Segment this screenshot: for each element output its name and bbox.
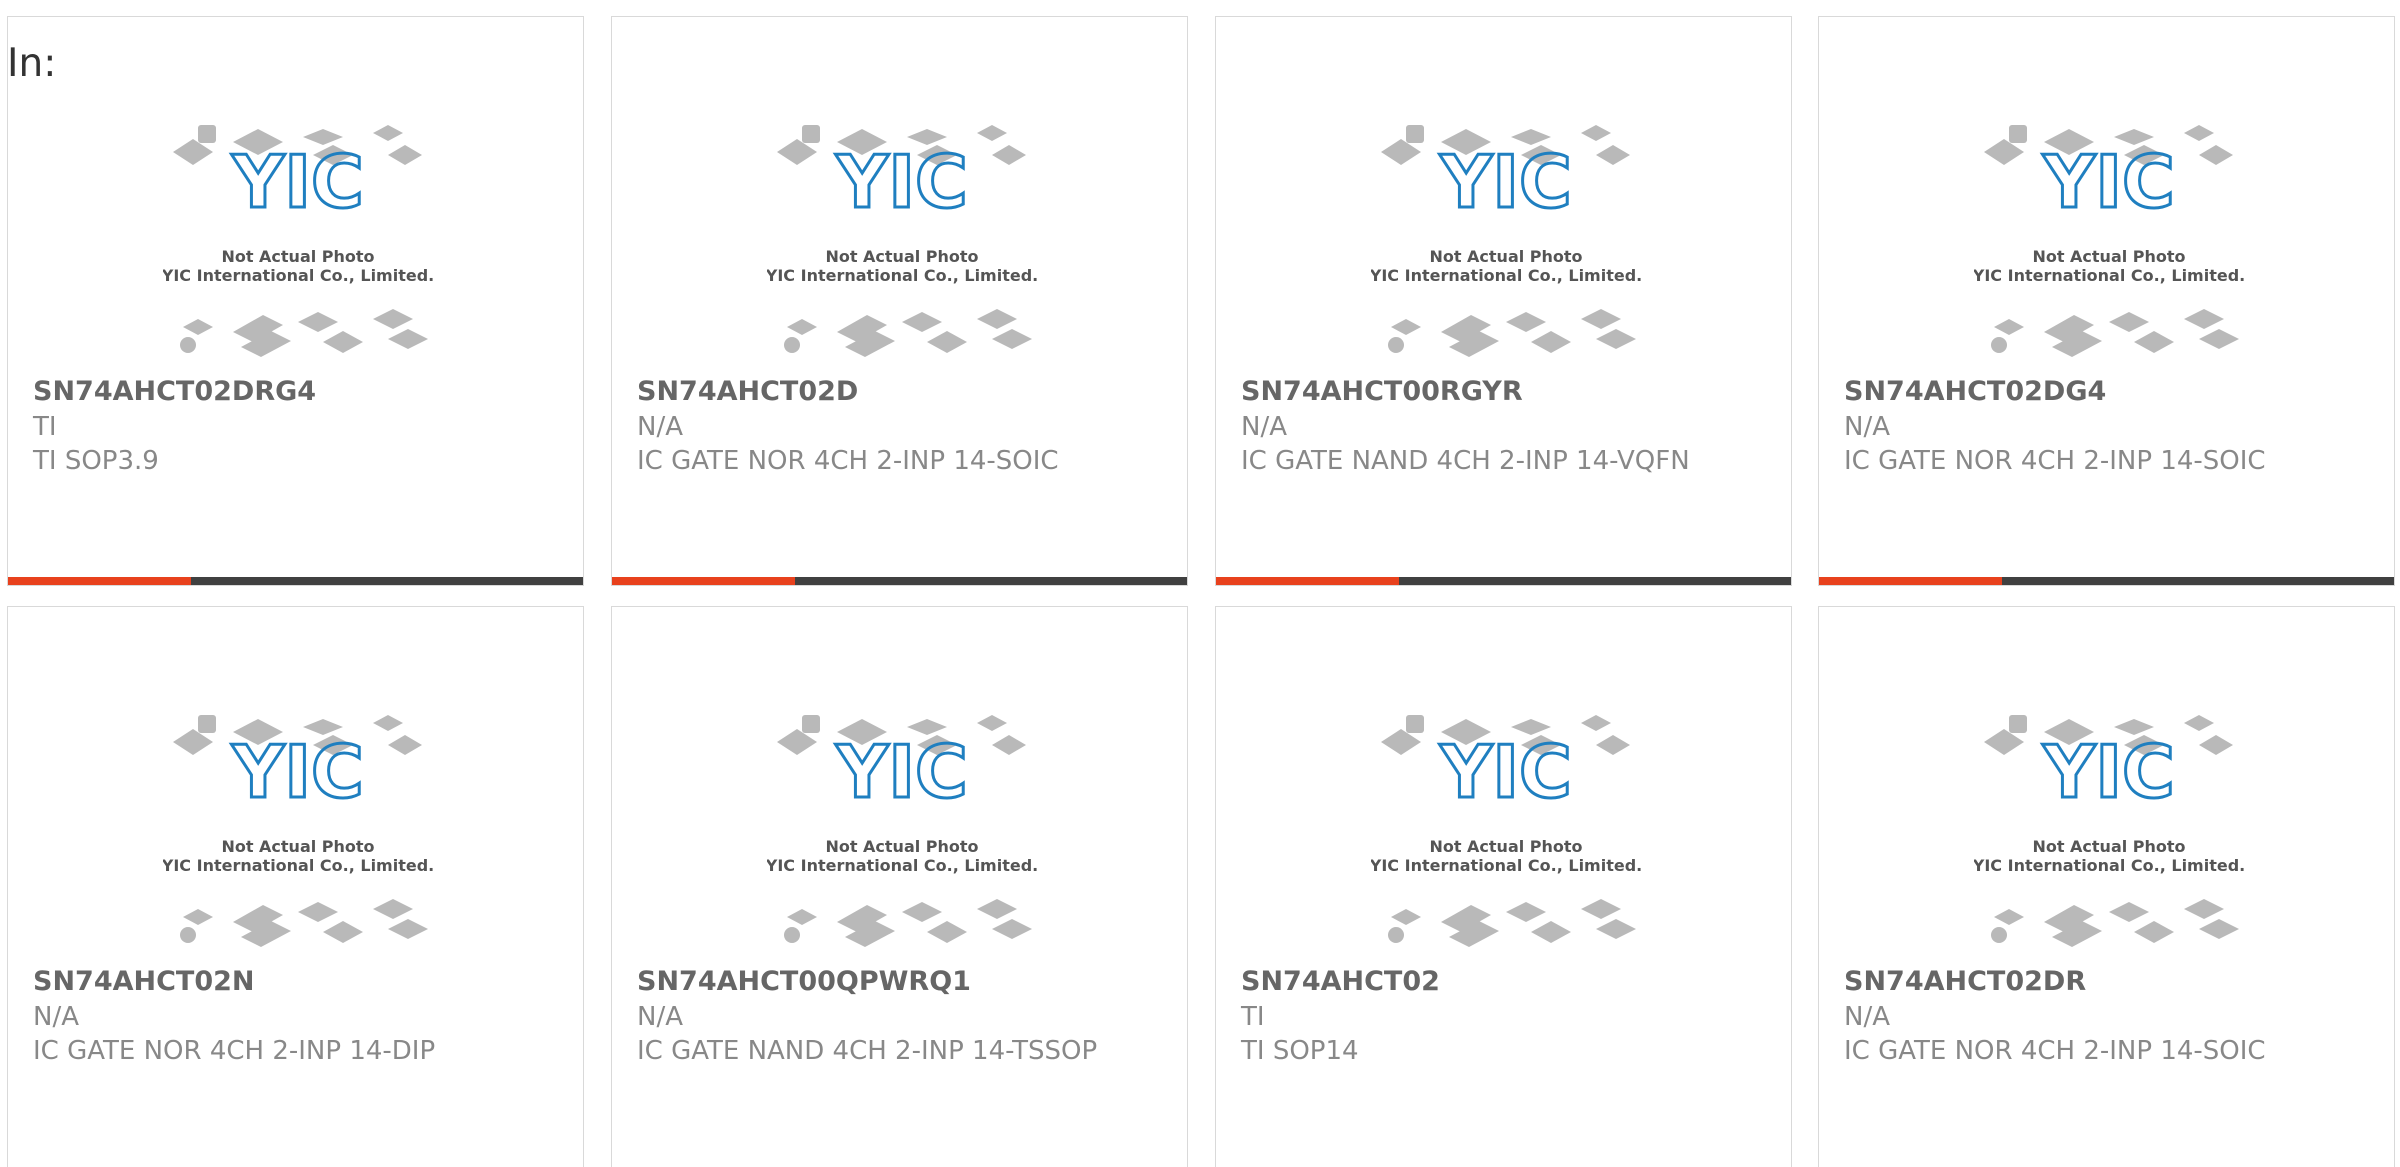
product-image[interactable]: YIC Not Actual Photo YIC International C… (1371, 697, 1641, 952)
in-label: In: (7, 41, 57, 86)
card-accent (612, 577, 795, 585)
product-card[interactable]: YIC Not Actual Photo YIC International C… (7, 16, 584, 586)
caption-line2: YIC International Co., Limited. (1371, 856, 1641, 875)
product-part-number[interactable]: SN74AHCT02 (1241, 964, 1781, 1000)
not-actual-photo-placeholder: YIC Not Actual Photo YIC International C… (767, 715, 1037, 947)
product-manufacturer: TI (33, 412, 57, 442)
product-part-number[interactable]: SN74AHCT00RGYR (1241, 374, 1781, 410)
caption-line2: YIC International Co., Limited. (163, 266, 433, 285)
not-actual-photo-placeholder: YIC Not Actual Photo YIC International C… (1371, 715, 1641, 947)
card-accent (8, 577, 191, 585)
product-manufacturer: TI (1241, 1002, 1265, 1032)
product-manufacturer: N/A (33, 1002, 79, 1032)
product-card[interactable]: YIC Not Actual Photo YIC International C… (1215, 606, 1792, 1167)
product-card[interactable]: YIC Not Actual Photo YIC International C… (611, 606, 1188, 1167)
yic-logo: YIC (2042, 730, 2175, 814)
not-actual-photo-placeholder: YIC Not Actual Photo YIC International C… (1371, 125, 1641, 357)
product-part-number[interactable]: SN74AHCT02D (637, 374, 1177, 410)
caption-line1: Not Actual Photo (221, 247, 374, 266)
caption-line2: YIC International Co., Limited. (1371, 266, 1641, 285)
product-description: IC GATE NAND 4CH 2-INP 14-TSSOP (637, 1036, 1098, 1066)
product-description: IC GATE NOR 4CH 2-INP 14-DIP (33, 1036, 436, 1066)
caption-line2: YIC International Co., Limited. (767, 266, 1037, 285)
product-description: IC GATE NOR 4CH 2-INP 14-SOIC (1844, 446, 2266, 476)
not-actual-photo-placeholder: YIC Not Actual Photo YIC International C… (163, 715, 433, 947)
product-card[interactable]: YIC Not Actual Photo YIC International C… (1818, 16, 2395, 586)
product-image[interactable]: YIC Not Actual Photo YIC International C… (1371, 107, 1641, 362)
yic-logo: YIC (1439, 140, 1572, 224)
product-description: IC GATE NOR 4CH 2-INP 14-SOIC (1844, 1036, 2266, 1066)
caption-line2: YIC International Co., Limited. (1974, 266, 2244, 285)
product-image[interactable]: YIC Not Actual Photo YIC International C… (767, 697, 1037, 952)
caption-line1: Not Actual Photo (221, 837, 374, 856)
product-card[interactable]: YIC Not Actual Photo YIC International C… (1818, 606, 2395, 1167)
card-bottom-bar (612, 577, 1187, 585)
caption-line2: YIC International Co., Limited. (767, 856, 1037, 875)
card-bottom-bar (1216, 577, 1791, 585)
yic-logo: YIC (1439, 730, 1572, 814)
caption-line2: YIC International Co., Limited. (163, 856, 433, 875)
not-actual-photo-placeholder: YIC Not Actual Photo YIC International C… (1974, 125, 2244, 357)
product-grid: YIC Not Actual Photo YIC International C… (0, 0, 2400, 1167)
yic-logo: YIC (231, 140, 364, 224)
product-image[interactable]: YIC Not Actual Photo YIC International C… (163, 697, 433, 952)
product-manufacturer: N/A (637, 1002, 683, 1032)
product-description: TI SOP14 (1241, 1036, 1359, 1066)
product-image[interactable]: YIC Not Actual Photo YIC International C… (1974, 107, 2244, 362)
product-image[interactable]: YIC Not Actual Photo YIC International C… (767, 107, 1037, 362)
product-description: IC GATE NAND 4CH 2-INP 14-VQFN (1241, 446, 1690, 476)
yic-logo: YIC (835, 140, 968, 224)
caption-line1: Not Actual Photo (2032, 837, 2185, 856)
product-manufacturer: N/A (1241, 412, 1287, 442)
product-image[interactable]: YIC Not Actual Photo YIC International C… (163, 107, 433, 362)
product-part-number[interactable]: SN74AHCT02N (33, 964, 573, 1000)
card-bottom-bar (8, 577, 583, 585)
not-actual-photo-placeholder: YIC Not Actual Photo YIC International C… (163, 125, 433, 357)
caption-line1: Not Actual Photo (1429, 837, 1582, 856)
product-part-number[interactable]: SN74AHCT02DR (1844, 964, 2384, 1000)
product-part-number[interactable]: SN74AHCT02DRG4 (33, 374, 573, 410)
card-accent (1819, 577, 2002, 585)
card-accent (1216, 577, 1399, 585)
not-actual-photo-placeholder: YIC Not Actual Photo YIC International C… (1974, 715, 2244, 947)
caption-line1: Not Actual Photo (2032, 247, 2185, 266)
product-card[interactable]: YIC Not Actual Photo YIC International C… (7, 606, 584, 1167)
product-manufacturer: N/A (637, 412, 683, 442)
product-card[interactable]: YIC Not Actual Photo YIC International C… (611, 16, 1188, 586)
caption-line2: YIC International Co., Limited. (1974, 856, 2244, 875)
yic-logo: YIC (2042, 140, 2175, 224)
product-part-number[interactable]: SN74AHCT02DG4 (1844, 374, 2384, 410)
product-manufacturer: N/A (1844, 1002, 1890, 1032)
product-image[interactable]: YIC Not Actual Photo YIC International C… (1974, 697, 2244, 952)
not-actual-photo-placeholder: YIC Not Actual Photo YIC International C… (767, 125, 1037, 357)
yic-logo: YIC (231, 730, 364, 814)
product-card[interactable]: YIC Not Actual Photo YIC International C… (1215, 16, 1792, 586)
product-description: TI SOP3.9 (33, 446, 159, 476)
caption-line1: Not Actual Photo (825, 247, 978, 266)
caption-line1: Not Actual Photo (825, 837, 978, 856)
product-manufacturer: N/A (1844, 412, 1890, 442)
product-description: IC GATE NOR 4CH 2-INP 14-SOIC (637, 446, 1059, 476)
caption-line1: Not Actual Photo (1429, 247, 1582, 266)
card-bottom-bar (1819, 577, 2394, 585)
yic-logo: YIC (835, 730, 968, 814)
product-part-number[interactable]: SN74AHCT00QPWRQ1 (637, 964, 1177, 1000)
